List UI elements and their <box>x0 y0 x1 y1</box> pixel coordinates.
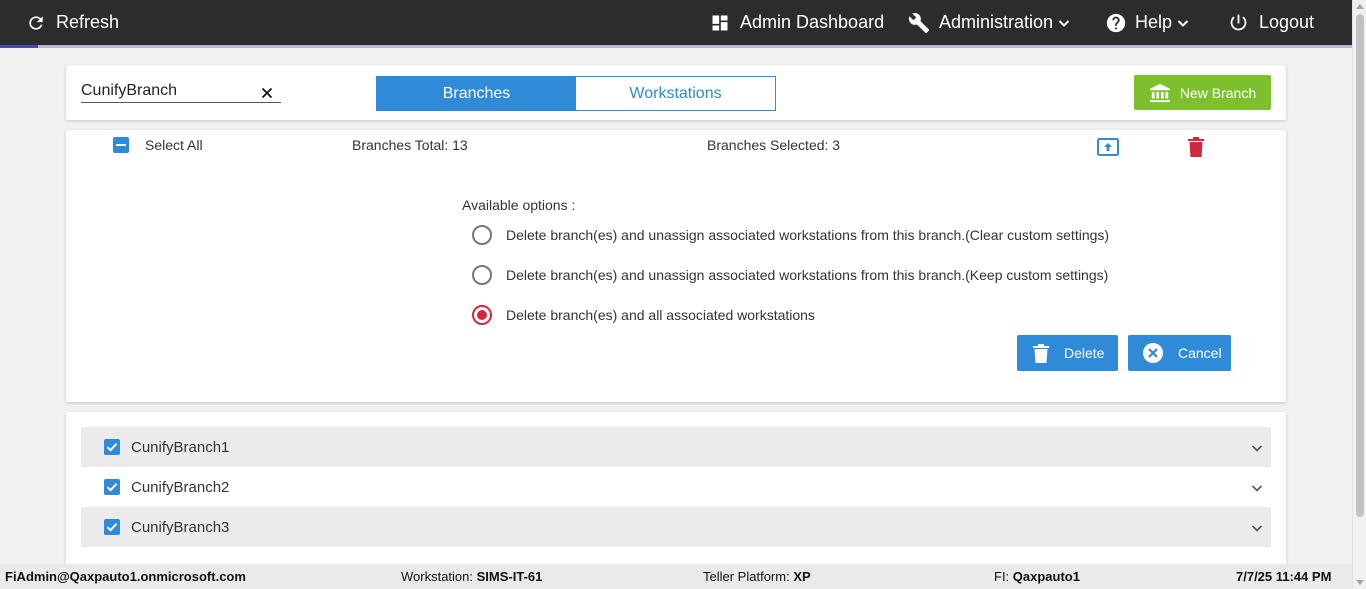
checkmark-icon <box>106 443 118 452</box>
branch-list: CunifyBranch1 CunifyBranch2 CunifyBranch… <box>66 412 1286 572</box>
logged-in-user: FiAdmin@Qaxpauto1.onmicrosoft.com <box>5 569 246 584</box>
search-field <box>81 81 281 103</box>
help-menu[interactable]: Help <box>1105 0 1189 45</box>
administration-menu[interactable]: Administration <box>908 0 1070 45</box>
fi-info: FI: Qaxpauto1 <box>994 569 1080 584</box>
date-time: 7/7/25 11:44 PM <box>1236 569 1332 584</box>
option-label: Delete branch(es) and unassign associate… <box>506 227 1110 243</box>
administration-label: Administration <box>939 12 1054 32</box>
teller-platform-info: Teller Platform: XP <box>703 569 811 584</box>
top-navigation-bar: Refresh Admin Dashboard Administration H… <box>0 0 1352 48</box>
available-options-title: Available options : <box>462 197 576 213</box>
chevron-down-icon[interactable] <box>1251 443 1263 453</box>
chevron-down-icon[interactable] <box>1251 483 1263 493</box>
vertical-scrollbar[interactable] <box>1352 0 1366 589</box>
scroll-down-arrow-icon[interactable] <box>1356 580 1364 585</box>
tab-workstations[interactable]: Workstations <box>576 77 775 110</box>
view-tabs: Branches Workstations <box>376 76 776 111</box>
logout-label: Logout <box>1259 12 1315 32</box>
branch-checkbox[interactable] <box>104 439 120 455</box>
branch-checkbox[interactable] <box>104 479 120 495</box>
radio-button[interactable] <box>472 225 492 245</box>
chevron-down-icon <box>1058 19 1070 27</box>
dashboard-icon <box>712 15 728 30</box>
admin-dashboard-link[interactable]: Admin Dashboard <box>710 0 884 45</box>
option-delete-all-workstations[interactable]: Delete branch(es) and all associated wor… <box>472 305 815 325</box>
branches-total-text: Branches Total: 13 <box>352 137 468 153</box>
delete-button[interactable]: Delete <box>1017 335 1118 371</box>
refresh-label: Refresh <box>56 12 120 32</box>
refresh-button[interactable]: Refresh <box>26 0 119 45</box>
branch-name: CunifyBranch2 <box>131 478 230 496</box>
list-item[interactable]: CunifyBranch3 <box>81 507 1271 547</box>
workstation-value: SIMS-IT-61 <box>476 569 543 584</box>
cancel-circle-icon <box>1143 343 1163 363</box>
branch-name: CunifyBranch1 <box>131 438 230 456</box>
clear-search-icon[interactable] <box>261 87 273 99</box>
workstation-info: Workstation: SIMS-IT-61 <box>401 569 542 584</box>
page-load-progress-fill <box>0 45 38 48</box>
scroll-up-arrow-icon[interactable] <box>1356 4 1364 9</box>
branch-checkbox[interactable] <box>104 519 120 535</box>
option-label: Delete branch(es) and all associated wor… <box>506 307 815 323</box>
bank-icon <box>1149 83 1170 102</box>
delete-options-panel: Select All Branches Total: 13 Branches S… <box>66 130 1286 402</box>
workstation-label: Workstation: <box>401 569 477 584</box>
list-item[interactable]: CunifyBranch2 <box>81 467 1271 507</box>
branches-selected-text: Branches Selected: 3 <box>707 137 841 153</box>
logout-button[interactable]: Logout <box>1228 0 1314 45</box>
teller-platform-label: Teller Platform: <box>703 569 794 584</box>
branch-name: CunifyBranch3 <box>131 518 230 536</box>
select-all-checkbox[interactable] <box>113 137 129 153</box>
radio-button-selected[interactable] <box>472 305 492 325</box>
delete-trash-icon[interactable] <box>1188 137 1204 157</box>
chevron-down-icon[interactable] <box>1251 523 1263 533</box>
select-all-label: Select All <box>145 137 203 153</box>
help-circle-icon <box>1106 13 1126 32</box>
radio-button[interactable] <box>472 265 492 285</box>
trash-icon <box>1033 343 1049 363</box>
new-branch-label: New Branch <box>1179 84 1257 101</box>
power-icon <box>1230 14 1247 31</box>
checkmark-icon <box>106 483 118 492</box>
toolbar-card: Branches Workstations New Branch <box>66 65 1286 120</box>
cancel-button[interactable]: Cancel <box>1128 335 1231 371</box>
wrench-icon <box>908 12 930 33</box>
refresh-icon <box>29 15 43 30</box>
search-input[interactable] <box>81 81 256 101</box>
new-branch-button[interactable]: New Branch <box>1134 75 1271 110</box>
option-keep-custom-settings[interactable]: Delete branch(es) and unassign associate… <box>472 265 1108 285</box>
tab-branches[interactable]: Branches <box>377 77 576 110</box>
fi-label: FI: <box>994 569 1013 584</box>
checkmark-icon <box>106 523 118 532</box>
fi-value: Qaxpauto1 <box>1012 569 1080 584</box>
teller-platform-value: XP <box>793 569 811 584</box>
status-bar: FiAdmin@Qaxpauto1.onmicrosoft.com Workst… <box>0 564 1352 589</box>
help-label: Help <box>1135 12 1173 32</box>
export-upload-icon[interactable] <box>1097 138 1119 156</box>
option-label: Delete branch(es) and unassign associate… <box>506 267 1109 283</box>
chevron-down-icon <box>1177 19 1189 27</box>
list-item[interactable]: CunifyBranch1 <box>81 427 1271 467</box>
cancel-label: Cancel <box>1178 345 1222 361</box>
option-clear-custom-settings[interactable]: Delete branch(es) and unassign associate… <box>472 225 1109 245</box>
delete-label: Delete <box>1064 345 1105 361</box>
admin-dashboard-label: Admin Dashboard <box>740 12 885 32</box>
scrollbar-thumb[interactable] <box>1356 14 1364 517</box>
page-load-progress <box>0 45 1352 48</box>
